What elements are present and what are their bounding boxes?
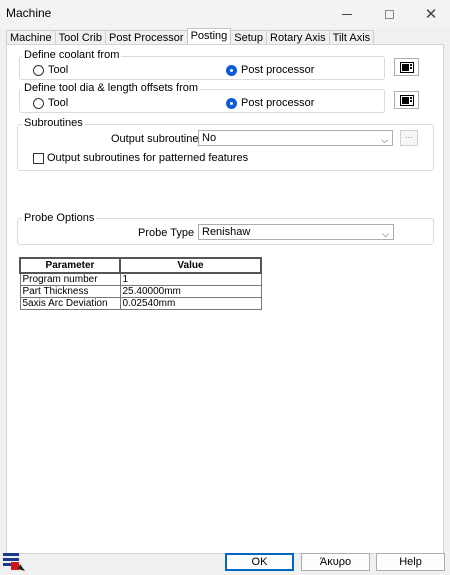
tab-strip: Machine Tool Crib Post Processor Posting… [6,28,375,45]
app-logo-icon [2,552,26,572]
table-row[interactable]: Program number 1 [19,272,262,286]
patterned-features-label: Output subroutines for patterned feature… [47,152,249,164]
table-header-parameter: Parameter [19,257,121,274]
offsets-group-title: Define tool dia & length offsets from [22,82,201,94]
probe-type-select[interactable]: Renishaw ⌵ [198,224,394,240]
radio-icon [33,64,44,76]
tab-posting[interactable]: Posting [186,28,232,44]
offsets-post-label: Post processor [241,97,315,109]
coolant-edit-button[interactable] [394,58,419,76]
help-button[interactable]: Help [376,553,445,571]
chevron-down-icon: ⌵ [381,135,388,145]
posting-panel: Define coolant from Tool Post processor … [6,44,444,554]
subroutines-group-title: Subroutines [22,117,85,129]
tab-setup[interactable]: Setup [230,30,268,45]
tab-tilt-axis[interactable]: Tilt Axis [328,30,375,45]
coolant-post-label: Post processor [241,64,315,76]
coolant-tool-label: Tool [48,64,69,76]
patterned-features-checkbox[interactable]: Output subroutines for patterned feature… [33,152,248,164]
minimize-icon[interactable] [324,0,370,28]
tab-machine[interactable]: Machine [6,30,56,45]
probe-options-title: Probe Options [22,212,97,224]
parameter-table: Parameter Value Program number 1 Part Th… [19,257,262,310]
edit-table-icon [399,94,414,106]
offsets-tool-label: Tool [48,97,69,109]
offsets-post-radio[interactable]: Post processor [226,97,314,109]
table-row[interactable]: 5axis Arc Deviation 0.02540mm [19,297,262,310]
tab-rotary-axis[interactable]: Rotary Axis [266,30,330,45]
window-title: Machine [6,6,52,20]
parameter-cell: 5axis Arc Deviation [19,297,121,310]
table-header-value: Value [119,257,262,274]
tab-post-processor[interactable]: Post Processor [104,30,188,45]
parameter-cell: Part Thickness [19,285,121,298]
radio-selected-icon [226,64,237,76]
offsets-edit-button[interactable] [394,91,419,109]
value-cell[interactable]: 1 [119,272,262,286]
ok-button[interactable]: OK [225,553,294,571]
edit-table-icon [399,61,414,73]
coolant-group-title: Define coolant from [22,49,122,61]
coolant-tool-radio[interactable]: Tool [33,64,68,76]
value-cell[interactable]: 25.40000mm [119,285,262,298]
close-icon[interactable]: ✕ [408,0,450,28]
value-cell[interactable]: 0.02540mm [119,297,262,310]
output-subroutines-value: No [202,132,217,144]
output-subroutines-select[interactable]: No ⌵ [198,130,393,146]
coolant-post-radio[interactable]: Post processor [226,64,314,76]
probe-type-value: Renishaw [202,226,251,238]
probe-type-label: Probe Type : [138,227,201,239]
offsets-tool-radio[interactable]: Tool [33,97,68,109]
table-row[interactable]: Part Thickness 25.40000mm [19,285,262,298]
maximize-icon[interactable] [366,0,412,28]
radio-icon [33,97,44,109]
chevron-down-icon: ⌵ [382,229,389,239]
checkbox-icon [33,152,44,164]
radio-selected-icon [226,97,237,109]
subroutines-more-button[interactable]: ... [400,130,418,146]
tab-tool-crib[interactable]: Tool Crib [54,30,106,45]
cancel-button[interactable]: Άκυρο [301,553,370,571]
output-subroutines-label: Output subroutines : [111,133,211,145]
title-bar: Machine ✕ [0,0,450,28]
parameter-cell: Program number [19,272,121,286]
